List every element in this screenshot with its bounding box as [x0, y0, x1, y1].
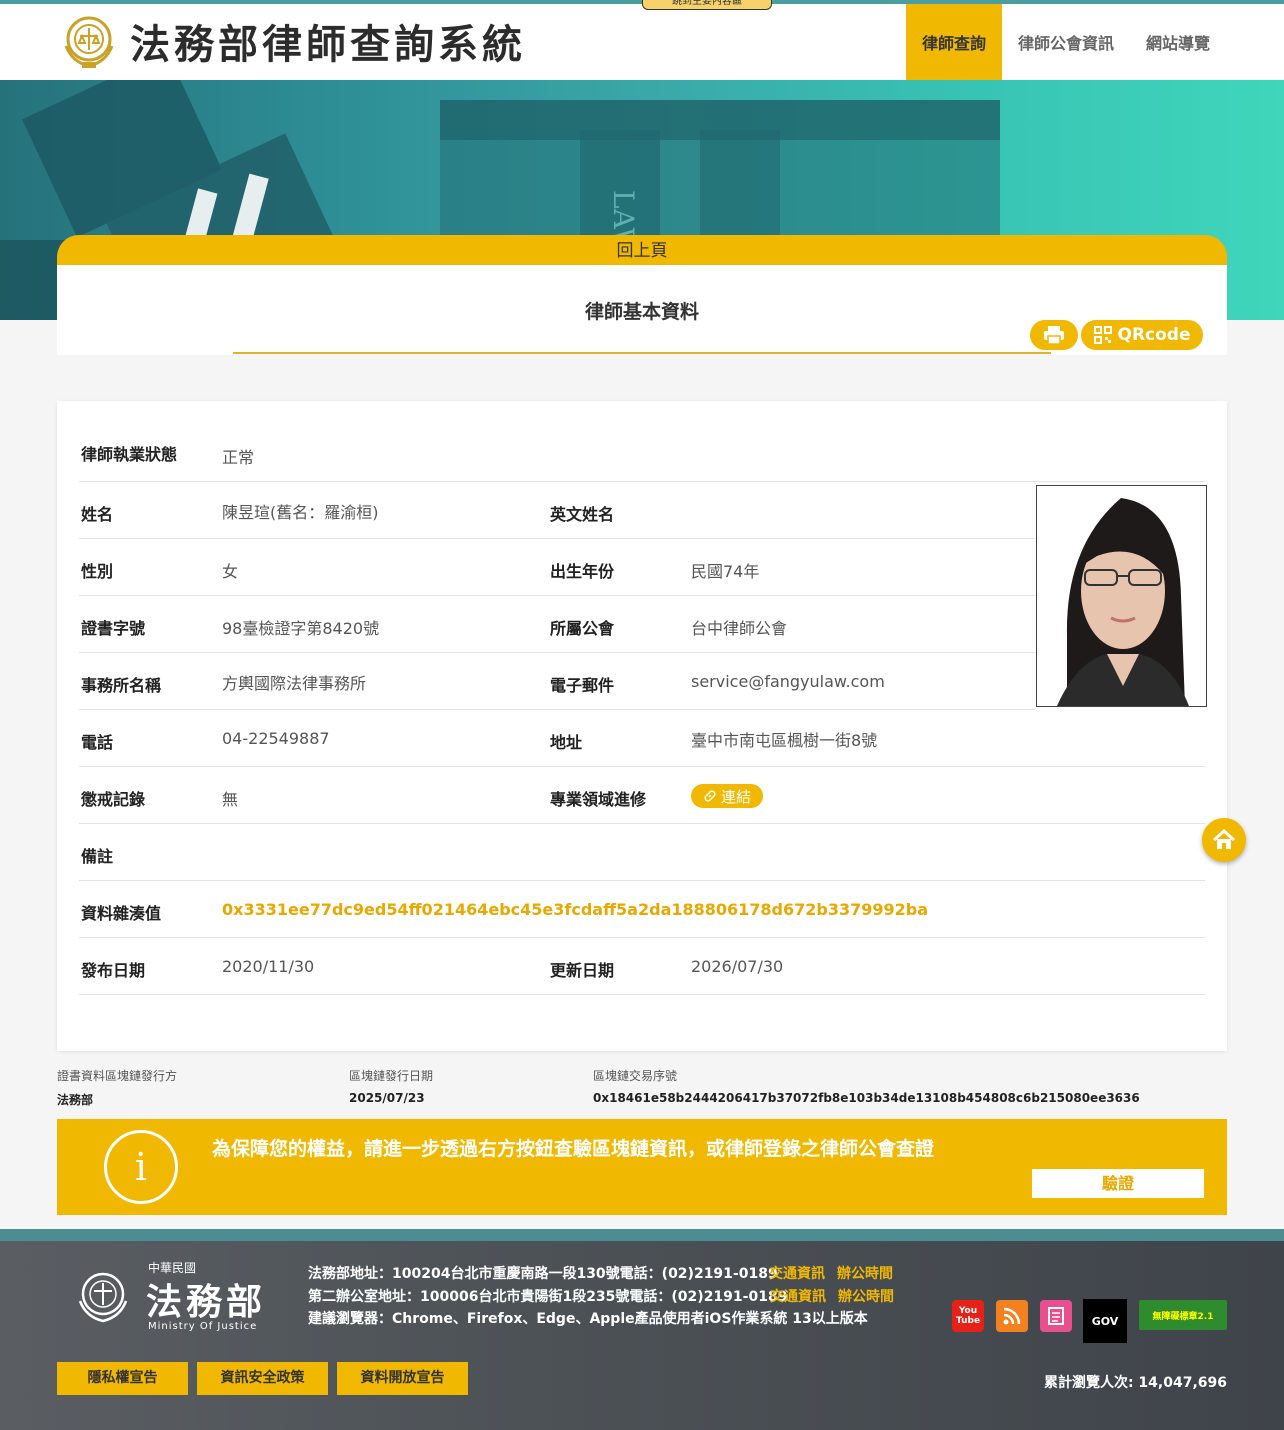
- status-value: 正常: [222, 448, 255, 467]
- row-firm: 事務所名稱 方輿國際法律事務所 電子郵件 service@fangyulaw.c…: [79, 653, 1035, 710]
- privacy-policy-button[interactable]: 隱私權宣告: [57, 1362, 188, 1395]
- footer-logo-title: 法務部: [146, 1281, 267, 1323]
- firm-label: 事務所名稱: [81, 676, 162, 695]
- verify-button[interactable]: 驗證: [1032, 1169, 1204, 1198]
- discipline-label: 懲戒記錄: [81, 790, 146, 809]
- training-link-label: 連結: [720, 787, 751, 806]
- link-icon: [704, 790, 716, 802]
- office-hours-link-2[interactable]: 辦公時間: [838, 1286, 894, 1306]
- lawyer-info-panel: 律師執業狀態 正常 姓名 陳昱瑄(舊名：羅渝桓) 英文姓名 性別 女 出生年份 …: [57, 401, 1227, 1051]
- moj-emblem-icon: [78, 1272, 128, 1323]
- open-data-button[interactable]: 資料開放宣告: [337, 1362, 468, 1395]
- lawyer-photo: [1036, 485, 1207, 707]
- footer-address-main: 法務部地址：100204台北市重慶南路一段130號電話：(02)2191-018…: [308, 1266, 778, 1282]
- note-label: 備註: [81, 847, 114, 866]
- gov-icon[interactable]: GOV: [1083, 1299, 1127, 1343]
- nav-sitemap[interactable]: 網站導覽: [1130, 4, 1226, 80]
- training-label: 專業領域進修: [550, 790, 647, 809]
- title-underline: [233, 352, 1051, 354]
- row-status: 律師執業狀態 正常: [79, 423, 1205, 482]
- gender-label: 性別: [81, 562, 114, 581]
- phone-label: 電話: [81, 733, 114, 752]
- publish-date-label: 發布日期: [81, 961, 146, 980]
- bar-association-label: 所屬公會: [550, 619, 615, 638]
- main-nav: 律師查詢 律師公會資訊 網站導覽: [905, 4, 1226, 80]
- printer-icon: [1044, 326, 1064, 345]
- back-button[interactable]: 回上頁: [57, 235, 1227, 265]
- name-value: 陳昱瑄(舊名：羅渝桓): [222, 503, 379, 522]
- status-label: 律師執業狀態: [81, 445, 178, 464]
- birth-year-value: 民國74年: [691, 562, 760, 581]
- hash-value[interactable]: 0x3331ee77dc9ed54ff021464ebc45e3fcdaff5a…: [222, 900, 928, 919]
- site-footer: 中華民國 法務部 Ministry Of Justice 法務部地址：10020…: [0, 1229, 1284, 1430]
- row-name: 姓名 陳昱瑄(舊名：羅渝桓) 英文姓名: [79, 482, 1035, 539]
- name-label: 姓名: [81, 505, 114, 524]
- office-hours-link-1[interactable]: 辦公時間: [837, 1263, 893, 1283]
- email-label: 電子郵件: [550, 676, 615, 695]
- print-button[interactable]: [1030, 320, 1078, 350]
- address-label: 地址: [550, 733, 583, 752]
- card-header: 律師基本資料 QRcode: [57, 265, 1227, 355]
- row-dates: 發布日期 2020/11/30 更新日期 2026/07/30: [79, 938, 1205, 995]
- bar-association-value: 台中律師公會: [691, 619, 788, 638]
- update-date-label: 更新日期: [550, 961, 615, 980]
- blockchain-date-value: 2025/07/23: [349, 1091, 425, 1105]
- traffic-info-link-1[interactable]: 交通資訊: [769, 1263, 825, 1283]
- blockchain-issuer-label: 證書資料區塊鏈發行方: [57, 1069, 178, 1083]
- row-certificate: 證書字號 98臺檢證字第8420號 所屬公會 台中律師公會: [79, 596, 1035, 653]
- certificate-label: 證書字號: [81, 619, 146, 638]
- traffic-info-link-2[interactable]: 交通資訊: [770, 1286, 826, 1306]
- row-hash: 資料雜湊值 0x3331ee77dc9ed54ff021464ebc45e3fc…: [79, 881, 1205, 938]
- blockchain-issuer-value: 法務部: [57, 1093, 94, 1107]
- home-icon: [1212, 829, 1236, 849]
- birth-year-label: 出生年份: [550, 562, 615, 581]
- row-phone: 電話 04-22549887 地址 臺中市南屯區楓樹一街8號: [79, 710, 1205, 767]
- certificate-value: 98臺檢證字第8420號: [222, 619, 380, 638]
- address-value: 臺中市南屯區楓樹一街8號: [691, 731, 878, 750]
- verify-banner: i 為保障您的權益，請進一步透過右方按鈕查驗區塊鏈資訊，或律師登錄之律師公會查證…: [57, 1119, 1227, 1215]
- news-icon[interactable]: [1040, 1300, 1072, 1332]
- qrcode-label: QRcode: [1117, 325, 1191, 345]
- update-date-value: 2026/07/30: [691, 957, 784, 976]
- nav-lawyer-search[interactable]: 律師查詢: [905, 4, 1002, 80]
- footer-accent-bar: [0, 1229, 1284, 1241]
- blockchain-date-label: 區塊鏈發行日期: [349, 1069, 434, 1083]
- blockchain-tx-value: 0x18461e58b2444206417b37072fb8e103b34de1…: [593, 1091, 1140, 1105]
- email-value: service@fangyulaw.com: [691, 672, 885, 691]
- row-discipline: 懲戒記錄 無 專業領域進修 連結: [79, 767, 1205, 824]
- footer-logo: 中華民國 法務部 Ministry Of Justice: [72, 1251, 282, 1341]
- footer-browser-note: 建議瀏覽器：Chrome、Firefox、Edge、Apple產品使用者iOS作…: [308, 1311, 868, 1327]
- row-gender: 性別 女 出生年份 民國74年: [79, 539, 1035, 596]
- blockchain-tx-label: 區塊鏈交易序號: [593, 1069, 678, 1083]
- moj-emblem-icon: [64, 16, 114, 68]
- qrcode-button[interactable]: QRcode: [1081, 320, 1203, 350]
- accessibility-badge-icon[interactable]: 無障礙標章2.1: [1139, 1300, 1227, 1330]
- nav-bar-association-info[interactable]: 律師公會資訊: [1002, 4, 1130, 80]
- qrcode-icon: [1093, 326, 1112, 344]
- row-note: 備註: [79, 824, 1205, 881]
- firm-value: 方輿國際法律事務所: [222, 674, 367, 693]
- visitor-counter: 累計瀏覽人次: 14,047,696: [1043, 1375, 1227, 1391]
- footer-logo-english: Ministry Of Justice: [148, 1321, 258, 1332]
- rss-icon[interactable]: [996, 1300, 1028, 1332]
- site-title: 法務部律師查詢系統: [130, 21, 526, 68]
- youtube-icon[interactable]: You Tube: [952, 1300, 984, 1332]
- home-button[interactable]: [1202, 818, 1246, 862]
- info-icon: i: [104, 1130, 178, 1204]
- footer-address-second: 第二辦公室地址：100006台北市貴陽街1段235號電話：(02)2191-01…: [308, 1289, 788, 1305]
- hash-label: 資料雜湊值: [81, 904, 162, 923]
- english-name-label: 英文姓名: [550, 505, 615, 524]
- phone-value: 04-22549887: [222, 729, 330, 748]
- verify-message: 為保障您的權益，請進一步透過右方按鈕查驗區塊鏈資訊，或律師登錄之律師公會查證: [212, 1138, 935, 1160]
- discipline-value: 無: [222, 790, 239, 809]
- security-policy-button[interactable]: 資訊安全政策: [197, 1362, 328, 1395]
- site-logo[interactable]: 法務部律師查詢系統: [58, 10, 526, 72]
- training-link-button[interactable]: 連結: [691, 784, 763, 808]
- skip-to-content-link[interactable]: 跳到主要內容區: [642, 0, 772, 10]
- gender-value: 女: [222, 562, 239, 581]
- site-header: 法務部律師查詢系統 律師查詢 律師公會資訊 網站導覽: [0, 4, 1284, 80]
- publish-date-value: 2020/11/30: [222, 957, 315, 976]
